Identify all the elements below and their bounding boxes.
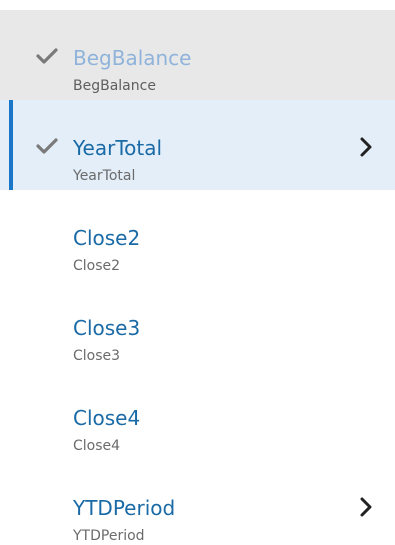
list-item-close2[interactable]: Close2 Close2	[0, 190, 395, 280]
checkmark-icon	[36, 48, 58, 64]
item-label: YearTotal	[73, 136, 163, 160]
member-list: BegBalance BegBalance YearTotal YearTota…	[0, 0, 395, 544]
item-label: Close2	[73, 226, 141, 250]
item-label: BegBalance	[73, 46, 192, 70]
list-item-close3[interactable]: Close3 Close3	[0, 280, 395, 370]
list-item-close4[interactable]: Close4 Close4	[0, 370, 395, 460]
item-sublabel: YTDPeriod	[73, 528, 145, 544]
item-sublabel: Close2	[73, 258, 121, 274]
item-label: Close4	[73, 406, 141, 430]
selection-indicator	[9, 100, 13, 190]
list-item-yeartotal[interactable]: YearTotal YearTotal	[0, 100, 395, 190]
item-sublabel: YearTotal	[73, 168, 136, 184]
item-sublabel: BegBalance	[73, 78, 156, 94]
chevron-right-icon[interactable]	[359, 496, 373, 518]
item-sublabel: Close3	[73, 348, 121, 364]
list-item-begbalance[interactable]: BegBalance BegBalance	[0, 10, 395, 100]
chevron-right-icon[interactable]	[359, 136, 373, 158]
list-item-ytdperiod[interactable]: YTDPeriod YTDPeriod	[0, 460, 395, 544]
item-label: Close3	[73, 316, 141, 340]
item-label: YTDPeriod	[73, 496, 176, 520]
item-sublabel: Close4	[73, 438, 121, 454]
checkmark-icon	[36, 138, 58, 154]
